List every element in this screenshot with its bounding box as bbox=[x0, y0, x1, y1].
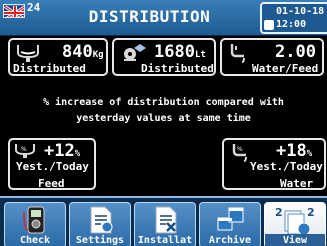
feed-increase-value: +12% bbox=[44, 141, 81, 161]
feed-increase-caption: Yest./Today bbox=[16, 160, 89, 173]
water-increase-caption: Yest./Today bbox=[250, 160, 323, 173]
settings-label: Settings bbox=[75, 235, 125, 246]
installation-label: Installat bbox=[137, 235, 193, 246]
settings-document-icon bbox=[90, 206, 113, 234]
water-drinker-icon bbox=[124, 44, 146, 61]
water-increase-value: +18% bbox=[276, 141, 313, 161]
archive-button[interactable]: Archive bbox=[199, 202, 261, 246]
water-feed-ratio-value: 2.00 bbox=[275, 42, 316, 62]
installation-button[interactable]: Installat bbox=[134, 202, 196, 246]
feed-hopper-icon bbox=[17, 45, 39, 62]
time-label: 12:00 bbox=[276, 19, 307, 30]
water-increase-sublabel: Water bbox=[280, 177, 314, 190]
view-pages-icon: 2 2 bbox=[275, 206, 315, 235]
header-bar: 24 DISTRIBUTION 01-10-18 12:00 bbox=[0, 0, 327, 36]
feed-percent-icon: % bbox=[15, 144, 35, 158]
date-label: 01-10-18 bbox=[276, 6, 325, 17]
check-button[interactable]: Check bbox=[4, 202, 66, 246]
svg-text:2: 2 bbox=[307, 206, 315, 219]
water-distributed-tile[interactable]: 1680Lt Distributed bbox=[112, 38, 216, 76]
svg-text:%: % bbox=[237, 146, 243, 153]
feed-distributed-value: 840Kg bbox=[62, 42, 104, 62]
water-increase-tile[interactable]: % +18% Yest./Today Water bbox=[222, 138, 326, 190]
bottom-toolbar: Check Settings Installat Archive 2 2 Vie… bbox=[0, 196, 327, 246]
feed-distributed-caption: Distributed bbox=[13, 62, 86, 75]
comparison-message-line1: % increase of distribution compared with bbox=[43, 97, 284, 108]
svg-text:%: % bbox=[21, 146, 27, 153]
svg-text:2: 2 bbox=[275, 206, 283, 219]
multimeter-icon bbox=[23, 206, 45, 234]
feed-increase-tile[interactable]: % +12% Yest./Today Feed bbox=[8, 138, 96, 190]
archive-label: Archive bbox=[208, 235, 252, 246]
view-button[interactable]: 2 2 View bbox=[264, 202, 326, 246]
check-label: Check bbox=[19, 235, 51, 246]
settings-button[interactable]: Settings bbox=[69, 202, 131, 246]
water-feed-ratio-caption: Water/Feed bbox=[252, 62, 319, 75]
water-distributed-caption: Distributed bbox=[141, 62, 214, 75]
date-time-box[interactable]: 01-10-18 12:00 bbox=[260, 2, 327, 34]
water-percent-icon: % bbox=[232, 144, 247, 162]
water-feed-ratio-tile[interactable]: 2.00 Water/Feed bbox=[220, 38, 324, 76]
view-label: View bbox=[265, 234, 325, 246]
archive-windows-icon bbox=[217, 207, 244, 231]
comparison-message-line2: yesterday values at same time bbox=[76, 113, 251, 124]
feed-distributed-tile[interactable]: 840Kg Distributed bbox=[8, 38, 108, 76]
clock-icon bbox=[264, 20, 274, 30]
water-tap-icon bbox=[230, 44, 245, 63]
feed-increase-sublabel: Feed bbox=[38, 177, 65, 190]
installation-document-icon bbox=[155, 206, 177, 234]
water-distributed-value: 1680Lt bbox=[154, 42, 206, 62]
